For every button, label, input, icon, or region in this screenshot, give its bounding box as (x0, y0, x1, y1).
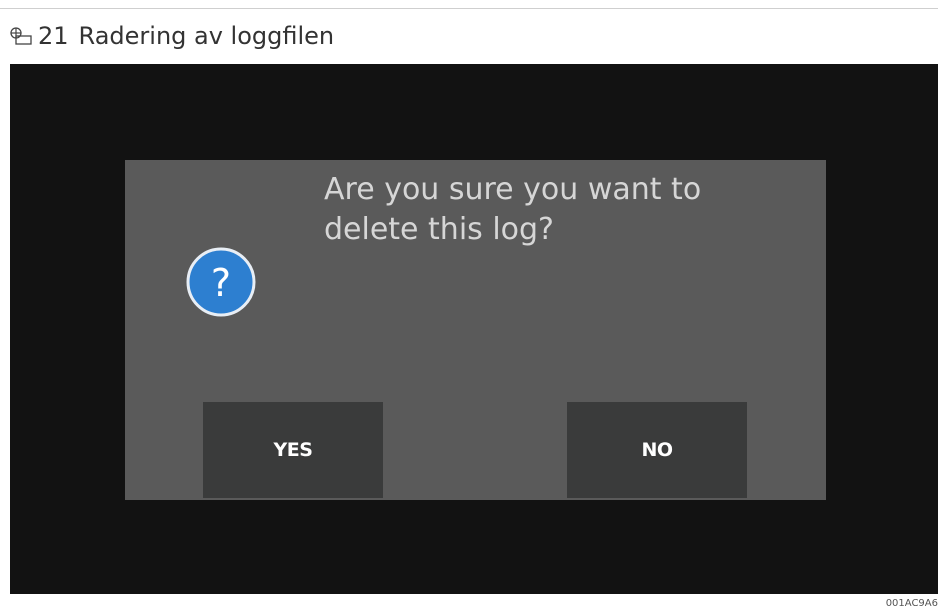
figure-icon (10, 27, 32, 45)
manual-page: 21 Radering av loggfilen Are you sure yo… (0, 0, 938, 615)
figure-number: 21 (38, 22, 69, 50)
figure-id: 001AC9A6 (885, 598, 938, 609)
device-screen: Are you sure you want to delete this log… (10, 64, 938, 594)
question-icon: ? (186, 247, 256, 317)
no-button[interactable]: NO (567, 402, 747, 498)
figure-title: Radering av loggfilen (78, 22, 335, 50)
top-divider (0, 8, 938, 9)
yes-button[interactable]: YES (203, 402, 383, 498)
figure-caption: 21 Radering av loggfilen (10, 18, 334, 54)
svg-text:?: ? (211, 261, 231, 305)
confirm-delete-dialog: Are you sure you want to delete this log… (125, 160, 826, 500)
dialog-message: Are you sure you want to delete this log… (324, 172, 702, 247)
